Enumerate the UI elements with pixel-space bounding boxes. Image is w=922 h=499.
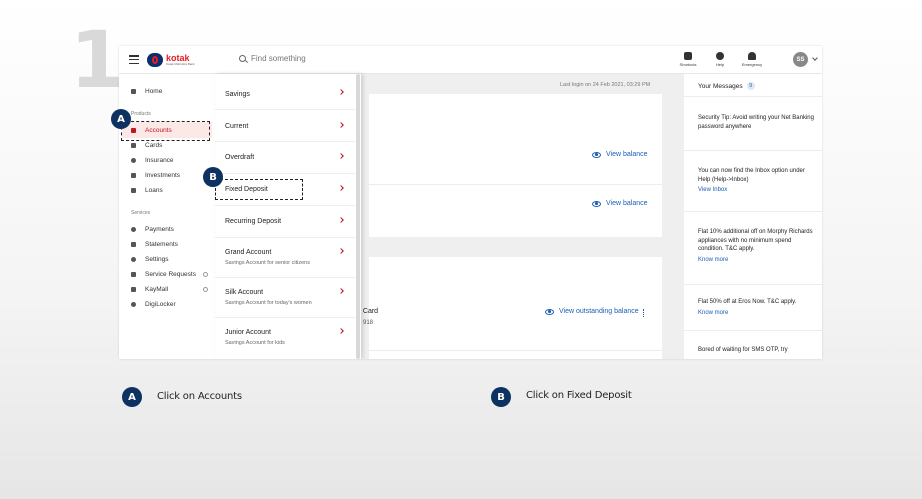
messages-panel: Your Messages 9 Security Tip: Avoid writ… [684, 74, 822, 359]
sidebar-item-investments[interactable]: Investments [131, 171, 180, 180]
info-icon[interactable] [203, 272, 208, 277]
messages-header: Your Messages 9 [698, 82, 755, 90]
message-item[interactable]: Flat 10% additional off on Morphy Richar… [698, 228, 816, 264]
callout-box-accounts [121, 121, 210, 141]
sidebar-item-service-requests[interactable]: Service Requests [131, 270, 196, 279]
step-number: 1 [70, 16, 125, 106]
sidebar-section-products: Products [131, 111, 151, 117]
dropdown-item-recurring-deposit[interactable]: Recurring Deposit [215, 206, 355, 238]
payments-icon [131, 227, 136, 232]
search-icon [239, 55, 246, 62]
know-more-link[interactable]: Know more [698, 256, 816, 265]
dropdown-item-current[interactable]: Current [215, 110, 355, 142]
loan-icon [131, 188, 136, 193]
legend-caption-b: Click on Fixed Deposit [526, 390, 632, 401]
home-icon [131, 89, 136, 94]
help-button[interactable]: Help [708, 52, 732, 67]
chevron-right-icon [338, 153, 344, 159]
chevron-right-icon [338, 328, 344, 334]
chevron-right-icon [338, 217, 344, 223]
cards-card: t Card 918 View outstanding balance [359, 257, 662, 359]
chevron-right-icon [338, 122, 344, 128]
callout-badge-a: A [111, 109, 131, 129]
view-balance-link[interactable]: View balance [592, 200, 648, 207]
sidebar-item-loans[interactable]: Loans [131, 186, 163, 195]
card-title: t Card [359, 308, 379, 315]
search-input[interactable] [251, 54, 371, 63]
sidebar: Home Products Accounts Cards Insurance I… [119, 74, 215, 359]
callout-badge-b: B [203, 167, 223, 187]
dropdown-item-silk-account[interactable]: Silk Account Savings Account for today's… [215, 278, 355, 318]
sidebar-item-insurance[interactable]: Insurance [131, 156, 174, 165]
legend-badge-b: B [491, 387, 511, 407]
messages-count-badge: 9 [746, 82, 755, 90]
chevron-down-icon[interactable] [812, 55, 818, 61]
dropdown-item-overdraft[interactable]: Overdraft [215, 142, 355, 174]
dropdown-scrollbar[interactable] [356, 74, 360, 359]
insurance-icon [131, 158, 136, 163]
cart-icon [131, 287, 136, 292]
service-request-icon [131, 272, 136, 277]
chevron-right-icon [338, 185, 344, 191]
help-icon [716, 52, 724, 60]
emergency-button[interactable]: Emergency [740, 52, 764, 67]
avatar[interactable]: SS [793, 52, 808, 67]
more-options-icon[interactable] [643, 309, 645, 317]
message-item[interactable]: You can now find the Inbox option under … [698, 167, 816, 195]
eye-icon [545, 308, 554, 315]
message-item[interactable]: Security Tip: Avoid writing your Net Ban… [698, 114, 816, 131]
card-icon [131, 143, 136, 148]
chevron-right-icon [338, 288, 344, 294]
callout-box-fixed-deposit [215, 179, 303, 200]
last-login-text: Last login on 24 Feb 2021, 03:29 PM [560, 82, 651, 88]
card-number: 918 [363, 320, 374, 326]
chevron-right-icon [338, 89, 344, 95]
shortcuts-button[interactable]: Shortcuts [676, 52, 700, 67]
shortcuts-icon [684, 52, 692, 60]
accounts-card: View balance View balance [369, 94, 662, 237]
accounts-dropdown: Savings Current Overdraft Fixed Deposit … [215, 74, 361, 359]
sidebar-item-statements[interactable]: Statements [131, 240, 178, 249]
view-inbox-link[interactable]: View Inbox [698, 186, 816, 195]
hamburger-menu-icon[interactable] [129, 55, 139, 65]
logo-mark-icon [147, 53, 163, 67]
legend-badge-a: A [122, 387, 142, 407]
sidebar-item-kaymall[interactable]: KayMall [131, 285, 168, 294]
eye-icon [592, 200, 601, 207]
sidebar-section-services: Services [131, 210, 151, 216]
cloud-icon [131, 302, 136, 307]
message-item[interactable]: Flat 50% off at Eros Now. T&C apply. Kno… [698, 298, 816, 317]
search-bar [239, 54, 371, 63]
chart-icon [131, 173, 136, 178]
sidebar-item-digilocker[interactable]: DigiLocker [131, 300, 176, 309]
message-item[interactable]: Bored of waiting for SMS OTP, try [698, 346, 816, 355]
sidebar-item-home[interactable]: Home [131, 87, 162, 96]
view-balance-link[interactable]: View balance [592, 151, 648, 158]
know-more-link[interactable]: Know more [698, 309, 816, 318]
chevron-right-icon [338, 248, 344, 254]
kotak-logo[interactable]: kotak Kotak Mahindra Bank [147, 52, 195, 68]
info-icon[interactable] [203, 287, 208, 292]
bank-screenshot: kotak Kotak Mahindra Bank Shortcuts Help… [119, 46, 822, 359]
eye-icon [592, 151, 601, 158]
sidebar-item-payments[interactable]: Payments [131, 225, 174, 234]
dropdown-item-savings[interactable]: Savings [215, 74, 355, 110]
dropdown-item-grand-account[interactable]: Grand Account Savings Account for senior… [215, 238, 355, 278]
sidebar-item-settings[interactable]: Settings [131, 255, 169, 264]
statements-icon [131, 242, 136, 247]
dropdown-item-junior-account[interactable]: Junior Account Savings Account for kids [215, 318, 355, 359]
sidebar-item-cards[interactable]: Cards [131, 141, 162, 150]
emergency-icon [748, 52, 756, 60]
gear-icon [131, 257, 136, 262]
legend-caption-a: Click on Accounts [157, 391, 242, 402]
view-outstanding-balance-link[interactable]: View outstanding balance [545, 308, 639, 315]
top-bar: kotak Kotak Mahindra Bank Shortcuts Help… [119, 46, 822, 74]
logo-subtitle: Kotak Mahindra Bank [166, 62, 195, 66]
